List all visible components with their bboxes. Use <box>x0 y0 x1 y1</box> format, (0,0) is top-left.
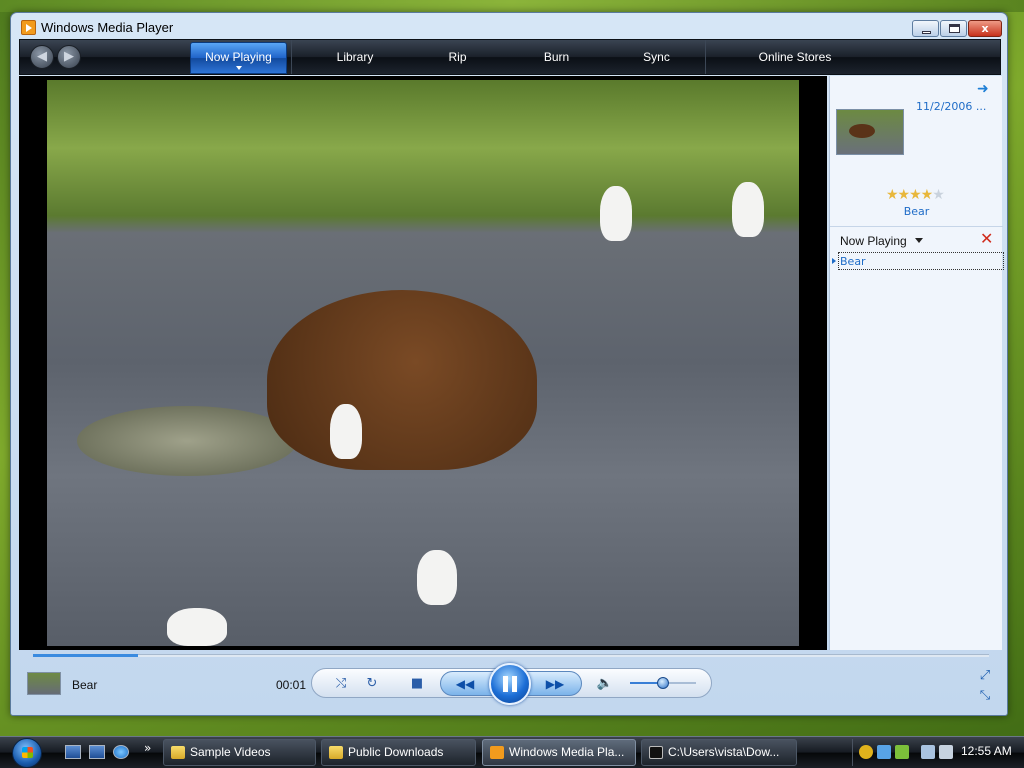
tab-online-stores[interactable]: Online Stores <box>720 40 870 74</box>
media-player-window: Windows Media Player x ◀ ▶ Now Playing L… <box>10 12 1008 716</box>
quick-launch-more-icon[interactable]: » <box>144 741 151 755</box>
volume-icon[interactable]: 🔈 <box>594 674 616 694</box>
minimize-button[interactable] <box>912 20 939 37</box>
close-icon: x <box>981 22 989 35</box>
divider <box>830 226 1003 227</box>
track-thumbnail <box>27 672 61 695</box>
star-rating[interactable]: ★★★★★ <box>886 187 945 203</box>
current-track-title: Bear <box>72 678 98 692</box>
rating-filled-stars: ★★★★ <box>886 187 933 203</box>
tab-sync[interactable]: Sync <box>608 40 705 74</box>
navigation-bar: ◀ ▶ Now Playing Library Rip Burn Sync On… <box>19 39 1001 75</box>
start-button[interactable] <box>6 736 48 768</box>
arrow-right-icon[interactable]: ➜ <box>977 82 993 96</box>
task-label: Windows Media Pla... <box>509 745 625 759</box>
list-pane: ➜ 11/2/2006 ... ★★★★★ Bear Now Playing ✕… <box>829 76 1004 650</box>
maximize-button[interactable] <box>940 20 967 37</box>
tab-burn[interactable]: Burn <box>505 40 608 74</box>
chevron-down-icon[interactable] <box>915 238 923 243</box>
tab-divider <box>705 40 706 74</box>
window-title: Windows Media Player <box>41 20 174 35</box>
taskbar-item-command-prompt[interactable]: C:\Users\vista\Dow... <box>641 739 797 766</box>
tab-divider <box>291 40 292 74</box>
taskbar-item-public-downloads[interactable]: Public Downloads <box>321 739 476 766</box>
folder-icon <box>329 746 343 759</box>
switch-to-compact-icon[interactable]: ⤡ <box>978 689 992 703</box>
stop-icon[interactable]: ■ <box>406 674 428 694</box>
switch-windows-icon[interactable] <box>89 745 105 759</box>
task-label: C:\Users\vista\Dow... <box>668 745 780 759</box>
forward-arrow-icon: ▶ <box>64 49 74 64</box>
folder-icon <box>171 746 185 759</box>
show-desktop-icon[interactable] <box>65 745 81 759</box>
windows-media-player-icon <box>490 746 504 759</box>
taskbar-item-windows-media-player[interactable]: Windows Media Pla... <box>482 739 636 766</box>
tab-library[interactable]: Library <box>300 40 410 74</box>
video-bear <box>267 290 537 470</box>
tray-icon[interactable] <box>895 745 909 759</box>
video-gull <box>167 608 227 646</box>
video-rock <box>77 406 297 476</box>
video-gull <box>732 182 764 237</box>
title-bar[interactable]: Windows Media Player x <box>11 13 1007 41</box>
tab-rip[interactable]: Rip <box>410 40 505 74</box>
elapsed-time: 00:01 <box>276 678 307 692</box>
playing-indicator-icon <box>832 258 836 264</box>
seek-bar-progress <box>33 654 139 657</box>
seek-bar[interactable] <box>33 654 989 657</box>
video-frame <box>47 80 799 646</box>
previous-icon[interactable]: ◀◀ <box>451 675 479 693</box>
album-art[interactable] <box>836 109 904 155</box>
task-label: Public Downloads <box>348 745 444 759</box>
playlist-item[interactable]: Bear <box>838 252 1004 270</box>
minimize-icon <box>922 31 931 34</box>
video-display[interactable] <box>19 76 827 650</box>
maximize-icon <box>949 24 960 33</box>
windows-media-player-icon <box>21 20 36 35</box>
internet-explorer-icon[interactable] <box>113 745 129 759</box>
back-button[interactable]: ◀ <box>30 45 54 69</box>
security-alert-icon[interactable] <box>859 745 873 759</box>
now-playing-list-label[interactable]: Now Playing <box>840 234 907 248</box>
volume-muted-icon[interactable] <box>939 745 953 759</box>
repeat-icon[interactable]: ↻ <box>361 674 383 694</box>
pause-button[interactable] <box>489 663 531 705</box>
shuffle-icon[interactable]: ⤭ <box>330 674 352 694</box>
close-button[interactable]: x <box>968 20 1002 37</box>
rating-empty-star: ★ <box>932 187 945 203</box>
album-date: 11/2/2006 ... <box>916 100 987 113</box>
network-icon[interactable] <box>921 745 935 759</box>
clear-list-icon[interactable]: ✕ <box>980 229 993 248</box>
task-label: Sample Videos <box>190 745 271 759</box>
forward-button[interactable]: ▶ <box>57 45 81 69</box>
taskbar-item-sample-videos[interactable]: Sample Videos <box>163 739 316 766</box>
video-gull <box>330 404 362 459</box>
system-tray: 12:55 AM <box>852 739 1024 766</box>
video-gull <box>600 186 632 241</box>
clock[interactable]: 12:55 AM <box>961 744 1012 758</box>
tab-now-playing[interactable]: Now Playing <box>190 42 287 74</box>
windows-logo-icon <box>12 738 42 768</box>
fullscreen-icon[interactable]: ⤢ <box>978 669 992 683</box>
back-arrow-icon: ◀ <box>37 49 47 64</box>
command-prompt-icon <box>649 746 663 759</box>
album-title[interactable]: Bear <box>830 205 1003 218</box>
next-icon[interactable]: ▶▶ <box>541 675 569 693</box>
volume-slider-knob[interactable] <box>657 677 669 689</box>
tray-icon[interactable] <box>877 745 891 759</box>
video-gull <box>417 550 457 605</box>
desktop-background <box>0 0 1024 12</box>
